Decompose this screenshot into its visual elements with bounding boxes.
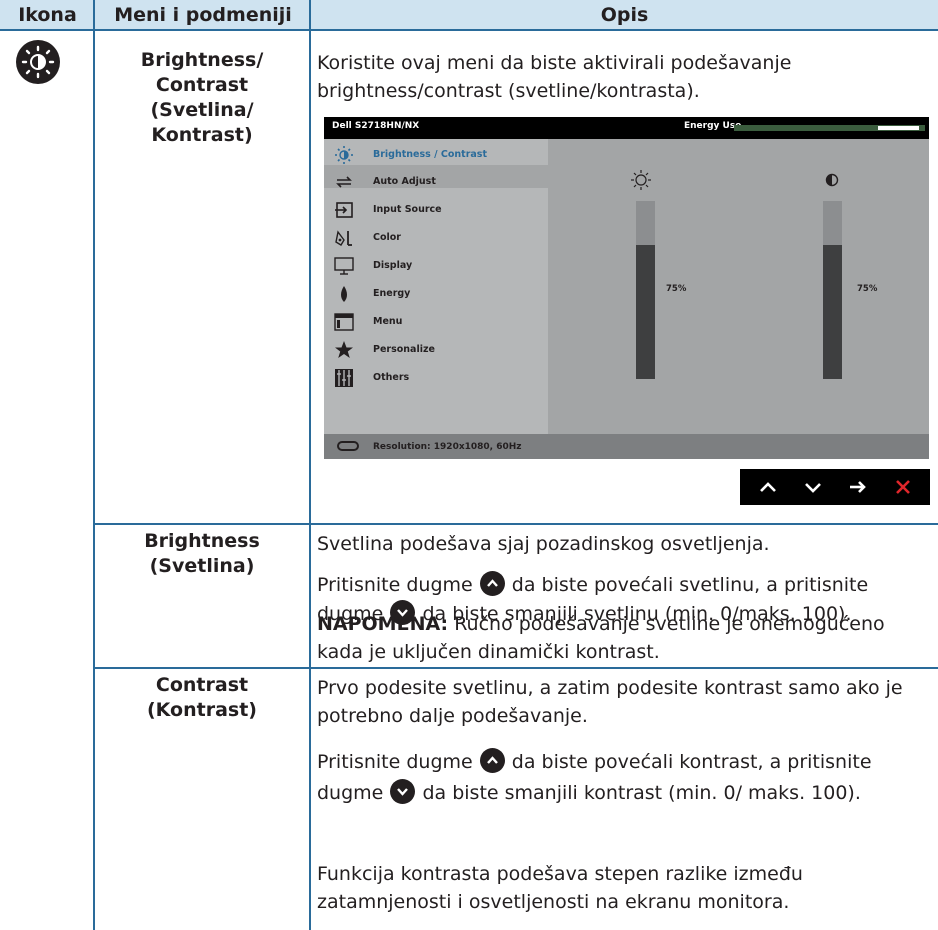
row-rule [95, 667, 938, 669]
up-button-icon [479, 748, 505, 773]
note-label: NAPOMENA: [317, 613, 449, 635]
row-rule [95, 523, 938, 525]
up-arrow-icon[interactable] [748, 469, 793, 505]
resolution-info: Resolution: 1920x1080, 60Hz [373, 442, 522, 452]
osd-menu-item[interactable]: Display [373, 260, 412, 271]
menu-name-contrast: Contrast (Kontrast) [146, 674, 257, 721]
osd-menu-item[interactable]: Energy [373, 288, 410, 299]
contrast-p3: Funkcija kontrasta podešava stepen razli… [317, 863, 803, 913]
color-icon [334, 228, 354, 248]
header-description-column: Opis [600, 4, 649, 26]
up-button-icon [479, 571, 505, 596]
brightness-note: NAPOMENA: Ručno podešavanje svetline je … [317, 613, 885, 663]
menu-name-brightness: Brightness (Svetlina) [144, 530, 260, 577]
column-divider [309, 0, 311, 930]
description-brightness-contrast: Koristite ovaj meni da biste aktivirali … [317, 52, 792, 102]
osd-screenshot: Dell S2718HN/NX Energy Use Brightness / … [324, 117, 929, 459]
brightness-value: 75% [666, 284, 687, 294]
osd-selected-highlight [324, 165, 548, 188]
brightness-sun-icon [631, 170, 651, 190]
osd-button-bar [740, 469, 930, 505]
contrast-p2: Pritisnite dugme da biste povećali kontr… [317, 747, 917, 809]
down-button-icon [390, 779, 416, 804]
osd-menu-item[interactable]: Menu [373, 316, 402, 327]
brightness-icon [334, 145, 354, 165]
header-icon-column: Ikona [18, 4, 77, 26]
osd-menu-item[interactable]: Color [373, 232, 401, 243]
osd-menu-item[interactable]: Personalize [373, 344, 435, 355]
osd-menu-item[interactable]: Input Source [373, 204, 442, 215]
osd-menu-item[interactable]: Others [373, 372, 409, 383]
menu-icon [334, 312, 354, 332]
contrast-p1: Prvo podesite svetlinu, a zatim podesite… [317, 677, 903, 727]
contrast-slider-fill [823, 245, 842, 379]
brightness-contrast-icon [16, 40, 60, 84]
brightness-slider-fill [636, 245, 655, 379]
osd-model-name: Dell S2718HN/NX [332, 121, 420, 131]
display-icon [334, 256, 354, 276]
osd-title-bar: Dell S2718HN/NX Energy Use [324, 117, 929, 139]
header-menu-column: Meni i podmeniji [114, 4, 292, 26]
vga-connector-icon [337, 441, 359, 451]
others-icon [334, 368, 354, 388]
osd-menu-item[interactable]: Auto Adjust [373, 176, 436, 187]
brightness-p1: Svetlina podešava sjaj pozadinskog osvet… [317, 533, 770, 555]
energy-use-indicator [878, 126, 919, 130]
osd-menu-panel: Brightness / Contrast Auto Adjust Input So… [324, 139, 548, 434]
star-icon [334, 340, 354, 360]
osd-status-bar: Resolution: 1920x1080, 60Hz [324, 434, 929, 459]
auto-adjust-icon [334, 172, 354, 192]
energy-use-meter [734, 125, 925, 131]
osd-menu-item[interactable]: Brightness / Contrast [373, 149, 487, 160]
close-icon[interactable] [883, 469, 928, 505]
input-source-icon [334, 200, 354, 220]
osd-energy-label: Energy Use [684, 121, 742, 131]
right-arrow-icon[interactable] [838, 469, 883, 505]
menu-name-brightness-contrast: Brightness/Contrast (Svetlina/Kontrast) [140, 49, 264, 146]
contrast-value: 75% [857, 284, 878, 294]
contrast-icon [825, 173, 839, 187]
brightness-slider[interactable] [636, 201, 655, 379]
energy-icon [334, 284, 354, 304]
contrast-slider[interactable] [823, 201, 842, 379]
header-rule [0, 29, 938, 31]
down-arrow-icon[interactable] [793, 469, 838, 505]
